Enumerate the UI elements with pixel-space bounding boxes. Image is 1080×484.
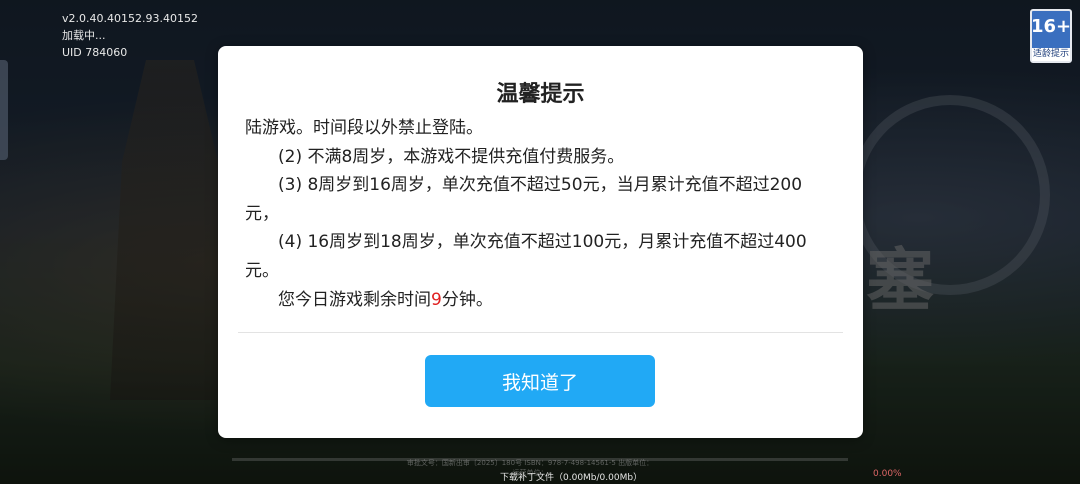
remaining-time-suffix: 分钟。 xyxy=(441,289,493,310)
hud-info: v2.0.40.40152.93.40152 加载中... UID 784060 xyxy=(62,10,198,61)
remaining-time-prefix: 您今日游戏剩余时间 xyxy=(278,289,431,310)
dialog-body[interactable]: 陆游戏。时间段以外禁止登陆。 (2) 不满8周岁，本游戏不提供充值付费服务。 (… xyxy=(245,114,825,314)
notice-line: 陆游戏。时间段以外禁止登陆。 xyxy=(245,118,483,138)
dialog-title: 温馨提示 xyxy=(496,82,585,107)
progress-percent: 0.00% xyxy=(873,469,902,479)
notice-dialog: 温馨提示 陆游戏。时间段以外禁止登陆。 (2) 不满8周岁，本游戏不提供充值付费… xyxy=(218,46,863,438)
remaining-time-value: 9 xyxy=(431,289,442,310)
loading-status: 加载中... xyxy=(62,29,106,42)
uid-text: UID 784060 xyxy=(62,46,128,59)
download-status: 下载补丁文件（0.00Mb/0.00Mb） xyxy=(500,473,643,483)
age-rating-number: 16+ xyxy=(1030,16,1072,37)
side-handle[interactable] xyxy=(0,60,8,160)
age-rating-label: 适龄提示 xyxy=(1032,48,1070,61)
confirm-button[interactable]: 我知道了 xyxy=(425,355,655,407)
remaining-time-line: 您今日游戏剩余时间9分钟。 xyxy=(245,286,825,314)
age-rating-badge[interactable]: 16+ 适龄提示 xyxy=(1030,9,1072,63)
notice-line: (4) 16周岁到18周岁，单次充值不超过100元，月累计充值不超过400元。 xyxy=(245,232,807,281)
version-text: v2.0.40.40152.93.40152 xyxy=(62,12,198,25)
footer-line-1: 审批文号：国新出审〔2025〕180号 ISBN：978-7-498-14561… xyxy=(406,459,654,467)
dialog-divider xyxy=(238,332,843,333)
notice-line: (2) 不满8周岁，本游戏不提供充值付费服务。 xyxy=(278,146,625,167)
notice-line: (3) 8周岁到16周岁，单次充值不超过50元，当月累计充值不超过200元， xyxy=(245,175,803,224)
